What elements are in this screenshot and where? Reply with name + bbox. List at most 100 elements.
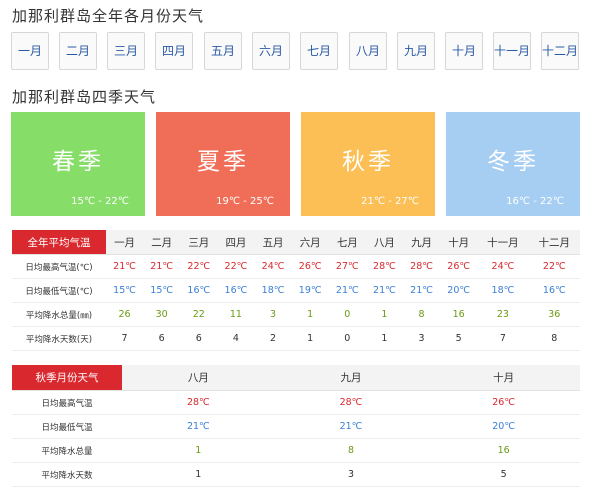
row-label: 平均降水总量	[12, 438, 122, 463]
table-cell: 18℃	[477, 278, 529, 303]
table-cell: 16℃	[180, 278, 218, 303]
table-cell: 16	[427, 438, 580, 463]
table-cell: 1	[122, 462, 275, 487]
table-cell: 3	[274, 462, 428, 487]
row-label: 平均降水总量(㎜)	[12, 302, 106, 327]
table-row-rainfall: 平均降水总量(㎜) 26 30 22 11 3 1 0 1 8 16 23 36	[12, 302, 580, 327]
column-header: 十二月	[528, 230, 580, 255]
table-cell: 28℃	[122, 390, 275, 415]
table-row-high-temp: 日均最高气温(℃) 21℃ 21℃ 22℃ 22℃ 24℃ 26℃ 27℃ 28…	[12, 254, 580, 279]
column-header: 八月	[365, 230, 403, 255]
table-cell: 28℃	[365, 254, 403, 279]
table-cell: 15℃	[106, 278, 144, 303]
table-label: 全年平均气温	[12, 230, 106, 255]
column-header: 十一月	[477, 230, 529, 255]
table-cell: 22℃	[528, 254, 580, 279]
table-cell: 15℃	[143, 278, 181, 303]
month-button-6[interactable]: 六月	[252, 32, 290, 70]
month-button-9[interactable]: 九月	[397, 32, 435, 70]
table-cell: 0	[328, 302, 366, 327]
table-cell: 20℃	[440, 278, 478, 303]
table-cell: 20℃	[427, 414, 580, 439]
month-button-2[interactable]: 二月	[59, 32, 97, 70]
table-row-low-temp: 日均最低气温(℃) 15℃ 15℃ 16℃ 16℃ 18℃ 19℃ 21℃ 21…	[12, 278, 580, 303]
row-label: 日均最高气温	[12, 390, 122, 415]
month-button-10[interactable]: 十月	[445, 32, 483, 70]
table-cell: 28℃	[403, 254, 441, 279]
table-cell: 4	[217, 326, 255, 351]
table-cell: 26℃	[427, 390, 580, 415]
table-cell: 22	[180, 302, 218, 327]
month-nav: 一月 二月 三月 四月 五月 六月 七月 八月 九月 十月 十一月 十二月	[11, 32, 591, 70]
table-cell: 5	[440, 326, 478, 351]
table-cell: 3	[403, 326, 441, 351]
season-name: 冬季	[487, 149, 539, 175]
table-header-row: 全年平均气温 一月 二月 三月 四月 五月 六月 七月 八月 九月 十月 十一月…	[12, 230, 580, 255]
column-header: 十月	[440, 230, 478, 255]
column-header: 六月	[291, 230, 329, 255]
column-header: 八月	[122, 365, 275, 391]
table-cell: 26	[106, 302, 144, 327]
table-row-low-temp: 日均最低气温 21℃ 21℃ 20℃	[12, 414, 580, 439]
season-temp-range: 21℃ - 27℃	[361, 196, 419, 207]
table-cell: 26℃	[440, 254, 478, 279]
month-button-5[interactable]: 五月	[204, 32, 242, 70]
table-cell: 19℃	[291, 278, 329, 303]
table-cell: 16℃	[528, 278, 580, 303]
table-cell: 7	[477, 326, 529, 351]
table-cell: 21℃	[274, 414, 428, 439]
table-cell: 27℃	[328, 254, 366, 279]
table-cell: 21℃	[106, 254, 144, 279]
column-header: 七月	[328, 230, 366, 255]
column-header: 九月	[274, 365, 428, 391]
season-name: 秋季	[342, 149, 394, 175]
season-weather-heading: 加那利群岛四季天气	[12, 88, 157, 106]
row-label: 日均最低气温(℃)	[12, 278, 106, 303]
row-label: 日均最高气温(℃)	[12, 254, 106, 279]
season-name: 春季	[52, 149, 104, 175]
month-button-11[interactable]: 十一月	[493, 32, 531, 70]
table-cell: 8	[274, 438, 428, 463]
table-cell: 6	[180, 326, 218, 351]
column-header: 三月	[180, 230, 218, 255]
table-label: 秋季月份天气	[12, 365, 122, 391]
table-cell: 5	[427, 462, 580, 487]
annual-weather-table: 全年平均气温 一月 二月 三月 四月 五月 六月 七月 八月 九月 十月 十一月…	[12, 230, 580, 351]
table-cell: 28℃	[274, 390, 428, 415]
table-cell: 1	[291, 326, 329, 351]
season-card-summer[interactable]: 夏季 19℃ - 25℃	[156, 112, 290, 216]
season-name: 夏季	[197, 149, 249, 175]
table-cell: 8	[528, 326, 580, 351]
month-button-7[interactable]: 七月	[300, 32, 338, 70]
month-button-8[interactable]: 八月	[349, 32, 387, 70]
season-temp-range: 15℃ - 22℃	[71, 196, 129, 207]
table-cell: 21℃	[328, 278, 366, 303]
month-button-3[interactable]: 三月	[107, 32, 145, 70]
table-cell: 1	[365, 326, 403, 351]
table-cell: 16	[440, 302, 478, 327]
table-cell: 23	[477, 302, 529, 327]
table-cell: 26℃	[291, 254, 329, 279]
table-cell: 11	[217, 302, 255, 327]
table-cell: 1	[365, 302, 403, 327]
season-card-winter[interactable]: 冬季 16℃ - 22℃	[446, 112, 580, 216]
table-cell: 8	[403, 302, 441, 327]
season-card-spring[interactable]: 春季 15℃ - 22℃	[11, 112, 145, 216]
table-cell: 0	[328, 326, 366, 351]
month-button-12[interactable]: 十二月	[541, 32, 579, 70]
season-temp-range: 16℃ - 22℃	[506, 196, 564, 207]
table-cell: 7	[106, 326, 144, 351]
month-button-1[interactable]: 一月	[11, 32, 49, 70]
table-row-rain-days: 平均降水天数 1 3 5	[12, 462, 580, 487]
table-cell: 16℃	[217, 278, 255, 303]
row-label: 平均降水天数	[12, 462, 122, 487]
table-cell: 21℃	[403, 278, 441, 303]
month-button-4[interactable]: 四月	[155, 32, 193, 70]
table-cell: 22℃	[217, 254, 255, 279]
column-header: 十月	[427, 365, 580, 391]
table-cell: 1	[291, 302, 329, 327]
column-header: 一月	[106, 230, 144, 255]
table-cell: 18℃	[254, 278, 292, 303]
season-card-autumn[interactable]: 秋季 21℃ - 27℃	[301, 112, 435, 216]
monthly-weather-heading: 加那利群岛全年各月份天气	[12, 7, 205, 25]
